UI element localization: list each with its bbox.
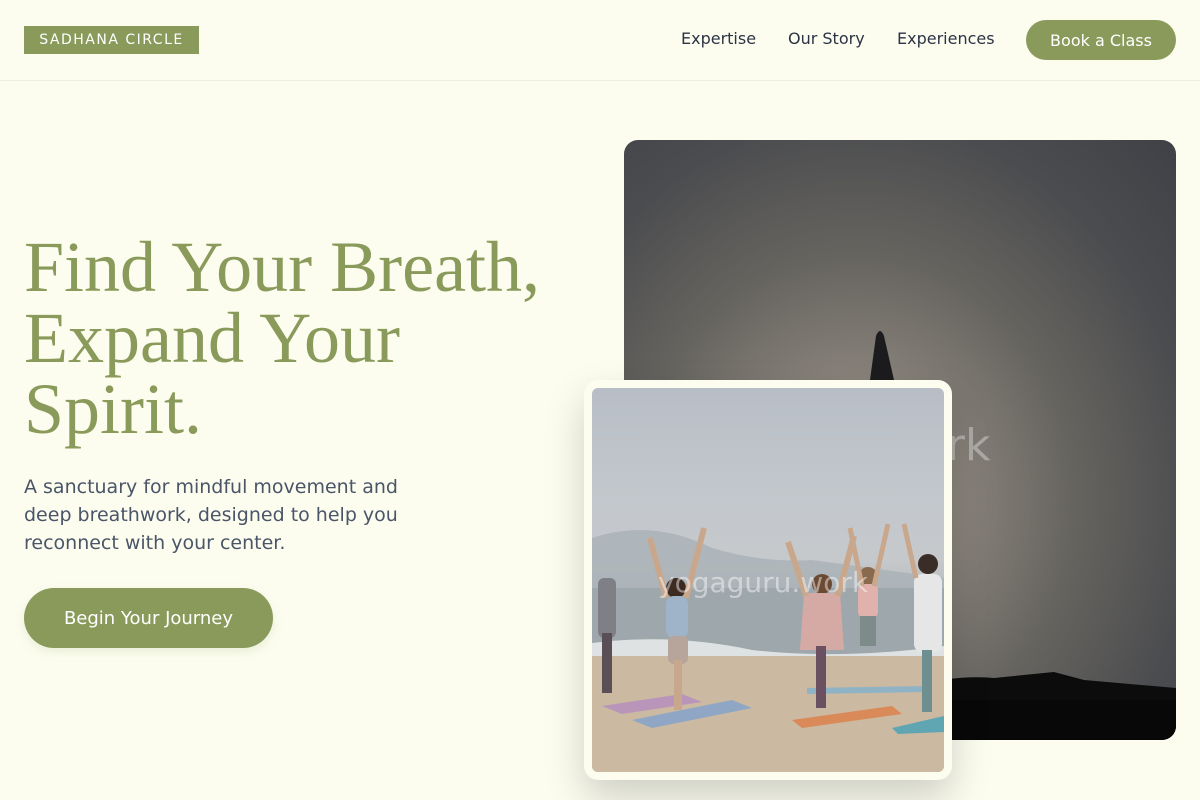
- site-header: SADHANA CIRCLE Expertise Our Story Exper…: [0, 0, 1200, 81]
- book-class-button[interactable]: Book a Class: [1026, 20, 1176, 60]
- hero-subtitle-line: reconnect with your center.: [24, 532, 286, 554]
- hero-title-line: Spirit.: [24, 369, 203, 449]
- begin-journey-button[interactable]: Begin Your Journey: [24, 588, 273, 648]
- nav-link-our-story[interactable]: Our Story: [788, 29, 865, 49]
- brand-logo[interactable]: SADHANA CIRCLE: [24, 26, 199, 54]
- hero-title-line: Find Your Breath,: [24, 227, 541, 307]
- nav-link-expertise[interactable]: Expertise: [681, 29, 756, 49]
- hero-subtitle-line: deep breathwork, designed to help you: [24, 504, 398, 526]
- hero-subtitle-line: A sanctuary for mindful movement and: [24, 476, 398, 498]
- beach-yoga-card: yogaguru.work: [584, 380, 952, 780]
- card-image-watermark: yogaguru.work: [658, 566, 869, 599]
- hero-subtitle: A sanctuary for mindful movement and dee…: [24, 473, 444, 557]
- nav-link-experiences[interactable]: Experiences: [897, 29, 995, 49]
- hero-title: Find Your Breath, Expand Your Spirit.: [24, 227, 584, 449]
- beach-yoga-image: yogaguru.work: [592, 388, 944, 772]
- hero-title-line: Expand Your: [24, 298, 401, 378]
